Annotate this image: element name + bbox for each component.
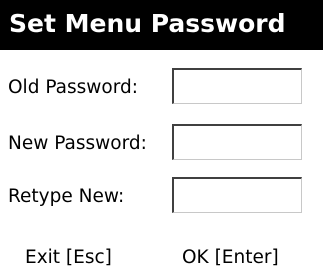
old-password-row: Old Password: (0, 68, 323, 108)
retype-password-row: Retype New: (0, 177, 323, 217)
ok-button[interactable]: OK [Enter] (182, 246, 279, 270)
retype-new-input[interactable] (172, 177, 302, 213)
old-password-label: Old Password: (8, 77, 138, 98)
title-bar: Set Menu Password (0, 0, 323, 50)
new-password-row: New Password: (0, 124, 323, 164)
old-password-input[interactable] (172, 68, 302, 104)
new-password-input[interactable] (172, 124, 302, 160)
password-dialog: Set Menu Password Old Password: New Pass… (0, 0, 323, 280)
dialog-title: Set Menu Password (9, 9, 286, 38)
exit-button[interactable]: Exit [Esc] (25, 246, 112, 270)
retype-new-label: Retype New: (8, 186, 125, 207)
new-password-label: New Password: (8, 133, 147, 154)
